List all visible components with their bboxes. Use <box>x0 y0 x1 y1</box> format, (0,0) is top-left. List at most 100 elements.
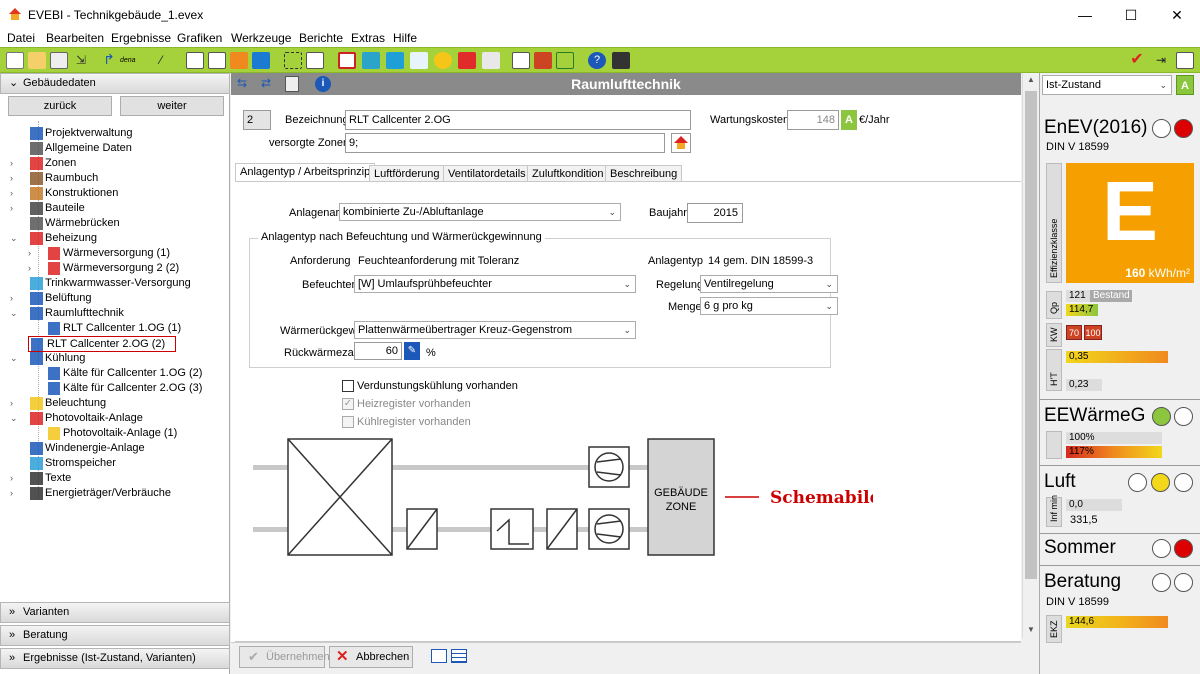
back-button[interactable]: zurück <box>8 96 112 116</box>
tree-item[interactable]: › Wärmeversorgung (1) <box>0 246 228 261</box>
chevron-right-icon[interactable]: › <box>10 471 20 486</box>
cancel-button[interactable]: ✕ Abbrechen <box>329 646 413 668</box>
grid-view-icon[interactable] <box>1176 52 1194 69</box>
tree-item[interactable]: › Raumbuch <box>0 171 228 186</box>
tab-anlagentyp[interactable]: Anlagentyp / Arbeitsprinzip <box>235 163 376 183</box>
view-table-icon[interactable] <box>451 649 467 663</box>
tree-item[interactable]: ⌄ Beheizung <box>0 231 228 246</box>
fan-icon[interactable] <box>410 52 428 69</box>
open-folder-icon[interactable] <box>28 52 46 69</box>
tree-item[interactable]: › Bauteile <box>0 201 228 216</box>
tree-item[interactable]: Stromspeicher <box>0 456 228 471</box>
tree-item[interactable]: ⌄ Kühlung <box>0 351 228 366</box>
zone-house-icon[interactable] <box>671 133 691 153</box>
tree-icon[interactable] <box>284 52 302 69</box>
chevron-right-icon[interactable]: › <box>10 291 20 306</box>
chevron-right-icon[interactable]: › <box>28 261 38 276</box>
menu-berichte[interactable]: Berichte <box>299 31 343 45</box>
tree-item[interactable]: Kälte für Callcenter 2.OG (3) <box>0 381 228 396</box>
kuehlregister-checkbox[interactable] <box>342 416 354 428</box>
tree-item[interactable]: › Energieträger/Verbräuche <box>0 486 228 501</box>
menu-ergebnisse[interactable]: Ergebnisse <box>111 31 171 45</box>
tree-item[interactable]: Windenergie-Anlage <box>0 441 228 456</box>
chevron-right-icon[interactable]: › <box>10 201 20 216</box>
import-icon[interactable]: ⇲ <box>72 52 90 69</box>
sun-icon[interactable] <box>434 52 452 69</box>
section-ergebnisse[interactable]: » Ergebnisse (Ist-Zustand, Varianten) <box>0 648 230 669</box>
baujahr-input[interactable]: 2015 <box>687 203 743 223</box>
tree-item[interactable]: RLT Callcenter 1.OG (1) <box>0 321 228 336</box>
tree-item[interactable]: › Texte <box>0 471 228 486</box>
section-varianten[interactable]: » Varianten <box>0 602 230 623</box>
vertical-scrollbar[interactable]: ▲ ▼ <box>1022 73 1039 638</box>
layout-icon[interactable] <box>208 52 226 69</box>
pattern-icon[interactable] <box>362 52 380 69</box>
tree-item[interactable]: › Konstruktionen <box>0 186 228 201</box>
arrows-icon[interactable] <box>230 52 248 69</box>
scroll-down-icon[interactable]: ▼ <box>1027 625 1035 634</box>
menu-extras[interactable]: Extras <box>351 31 385 45</box>
tree-item[interactable]: Photovoltaik-Anlage (1) <box>0 426 228 441</box>
chevron-right-icon[interactable]: › <box>10 186 20 201</box>
wrg-select[interactable]: Plattenwärmeübertrager Kreuz-Gegenstrom ⌄ <box>354 321 636 339</box>
section-gebaeudedaten[interactable]: ⌄ Gebäudedaten <box>0 73 230 94</box>
magnifier-icon[interactable] <box>386 52 404 69</box>
section-beratung[interactable]: » Beratung <box>0 625 230 646</box>
edit-pencil-icon[interactable]: ✎ <box>404 342 420 360</box>
regelung-select[interactable]: Ventilregelung ⌄ <box>700 275 838 293</box>
house-chart-icon[interactable] <box>556 52 574 69</box>
report-icon[interactable] <box>512 52 530 69</box>
forward-icon[interactable] <box>252 52 270 69</box>
dena-icon[interactable]: dena <box>120 52 142 69</box>
bezeichnung-input[interactable]: RLT Callcenter 2.OG <box>345 110 691 130</box>
wartung-input[interactable]: 148 <box>787 110 839 130</box>
tree-item[interactable]: Wärmebrücken <box>0 216 228 231</box>
tree-item[interactable]: › Beleuchtung <box>0 396 228 411</box>
view-form-icon[interactable] <box>431 649 447 663</box>
export-icon[interactable]: ⇥ <box>1152 52 1170 69</box>
menu-werkzeuge[interactable]: Werkzeuge <box>231 31 291 45</box>
tree-item[interactable]: Allgemeine Daten <box>0 141 228 156</box>
zonen-input[interactable]: 9; <box>345 133 665 153</box>
minimize-button[interactable]: — <box>1062 0 1108 30</box>
verdunstung-checkbox[interactable] <box>342 380 354 392</box>
wartung-badge[interactable]: A <box>841 110 857 130</box>
checkmark-icon[interactable]: ✔ <box>1128 52 1146 69</box>
befeuchter-select[interactable]: [W] Umlaufsprühbefeuchter ⌄ <box>354 275 636 293</box>
anlagenart-select[interactable]: kombinierte Zu-/Abluftanlage ⌄ <box>339 203 621 221</box>
copy-icon[interactable] <box>50 52 68 69</box>
menu-bearbeiten[interactable]: Bearbeiten <box>46 31 104 45</box>
forward-button[interactable]: weiter <box>120 96 224 116</box>
menu-hilfe[interactable]: Hilfe <box>393 31 417 45</box>
chevron-right-icon[interactable]: › <box>10 156 20 171</box>
calculator-icon[interactable] <box>612 52 630 69</box>
print-icon[interactable] <box>534 52 552 69</box>
window-icon[interactable] <box>338 52 356 69</box>
chevron-down-icon[interactable]: ⌄ <box>10 306 20 321</box>
apply-button[interactable]: ✔ Übernehmen <box>239 646 330 668</box>
tree-item[interactable]: › Zonen <box>0 156 228 171</box>
heizregister-checkbox[interactable]: ✓ <box>342 398 354 410</box>
menu-datei[interactable]: Datei <box>7 31 35 45</box>
chevron-right-icon[interactable]: › <box>10 171 20 186</box>
chevron-right-icon[interactable]: › <box>10 486 20 501</box>
variant-select[interactable]: Ist-Zustand ⌄ <box>1042 75 1172 95</box>
tree-item[interactable]: ⌄ Photovoltaik-Anlage <box>0 411 228 426</box>
redo-icon[interactable]: ↱ <box>100 52 118 69</box>
chevron-down-icon[interactable]: ⌄ <box>10 351 20 366</box>
tree-item[interactable]: › Belüftung <box>0 291 228 306</box>
menge-select[interactable]: 6 g pro kg ⌄ <box>700 297 838 315</box>
tree-item[interactable]: Kälte für Callcenter 1.OG (2) <box>0 366 228 381</box>
scroll-up-icon[interactable]: ▲ <box>1027 75 1035 84</box>
tree-item[interactable]: RLT Callcenter 2.OG (2) <box>28 336 176 352</box>
chevron-down-icon[interactable]: ⌄ <box>10 231 20 246</box>
close-button[interactable]: ✕ <box>1154 0 1200 30</box>
menu-grafiken[interactable]: Grafiken <box>177 31 222 45</box>
tree-item[interactable]: Projektverwaltung <box>0 126 228 141</box>
lightning-icon[interactable] <box>458 52 476 69</box>
wand-icon[interactable]: ⁄ <box>152 52 170 69</box>
help-icon[interactable]: ? <box>588 52 606 69</box>
variant-badge[interactable]: A <box>1176 75 1194 95</box>
maximize-button[interactable]: ☐ <box>1108 0 1154 30</box>
chevron-right-icon[interactable]: › <box>10 396 20 411</box>
